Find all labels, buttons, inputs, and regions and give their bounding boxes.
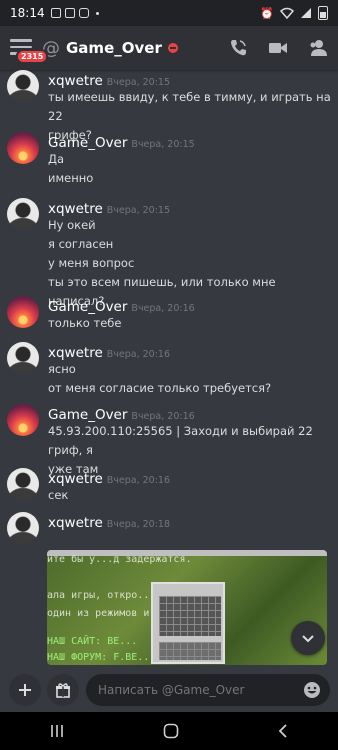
- message-icon: [64, 8, 75, 18]
- message-list[interactable]: xqwetre Вчера, 20:15 ты имеешь ввиду, к т…: [0, 70, 338, 670]
- message-line: 45.93.200.110:25565 | Заходи и выбирай 2…: [48, 424, 313, 457]
- emoji-icon[interactable]: [303, 681, 321, 699]
- message-author[interactable]: Game_Over: [48, 135, 127, 151]
- video-call-button[interactable]: [268, 38, 288, 58]
- message-content: только тебе: [48, 314, 333, 333]
- game-inventory-window: [151, 582, 225, 664]
- system-nav-bar: [0, 712, 338, 750]
- message-line: у меня вопрос: [48, 256, 135, 270]
- jump-to-bottom-button[interactable]: [291, 621, 325, 655]
- message-author[interactable]: xqwetre: [48, 201, 103, 217]
- dnd-status-icon: [167, 43, 178, 53]
- recent-apps-icon[interactable]: [49, 724, 65, 738]
- chevron-down-icon: [302, 635, 314, 643]
- image-attachment[interactable]: ите бы у...д задержатся. ала игры, откро…: [47, 550, 327, 665]
- message-timestamp: Вчера, 20:16: [106, 475, 171, 486]
- message-author[interactable]: xqwetre: [48, 515, 103, 531]
- avatar[interactable]: [7, 198, 39, 230]
- gallery-icon: [50, 8, 61, 18]
- avatar[interactable]: [7, 70, 39, 102]
- channel-header: 2315 @ Game_Over: [0, 26, 338, 70]
- message-author[interactable]: Game_Over: [48, 299, 127, 315]
- avatar[interactable]: [7, 404, 39, 436]
- avatar[interactable]: [7, 296, 39, 328]
- gift-icon: [56, 683, 70, 698]
- message-line: ясно: [48, 362, 76, 376]
- video-camera-icon: [269, 43, 287, 53]
- hotbar-grid: [159, 642, 221, 660]
- gift-button[interactable]: [47, 674, 79, 706]
- message-line: только тебе: [48, 316, 122, 330]
- back-icon[interactable]: [277, 724, 289, 738]
- message-timestamp: Вчера, 20:16: [131, 411, 195, 422]
- attachment-overlay-text: НАШ ФОРУМ: F.ВЕ...: [47, 652, 156, 663]
- inventory-grid: [159, 596, 221, 636]
- message-content: ясно от меня согласие только требуется?: [48, 360, 333, 398]
- voice-call-button[interactable]: [228, 38, 248, 58]
- message-timestamp: Вчера, 20:18: [106, 519, 171, 530]
- message-timestamp: Вчера, 20:16: [106, 349, 171, 360]
- message-input[interactable]: [86, 674, 330, 706]
- message-timestamp: Вчера, 20:15: [106, 77, 171, 88]
- people-icon: [310, 40, 327, 56]
- home-icon[interactable]: [163, 723, 179, 739]
- message-line: сек: [48, 488, 69, 502]
- avatar[interactable]: [7, 342, 39, 374]
- message-author[interactable]: xqwetre: [48, 73, 103, 89]
- menu-button[interactable]: 2315: [10, 39, 49, 64]
- instagram-icon: [78, 8, 89, 18]
- attachment-overlay-text: НАШ САЙТ: ВЕ...: [47, 636, 138, 647]
- message-content: Да именно: [48, 150, 333, 188]
- unread-badge: 2315: [16, 49, 49, 64]
- message-line: от меня согласие только требуется?: [48, 381, 272, 395]
- message-content: сек: [48, 486, 333, 505]
- message-timestamp: Вчера, 20:15: [106, 205, 171, 216]
- avatar[interactable]: [7, 512, 39, 544]
- plus-icon: [19, 684, 31, 696]
- status-bar: 18:14 ⏰: [0, 0, 338, 26]
- alarm-icon: ⏰: [260, 6, 274, 20]
- notification-icons: [50, 8, 99, 18]
- channel-title[interactable]: Game_Over: [66, 39, 162, 57]
- message-line: я согласен: [48, 237, 114, 251]
- attach-button[interactable]: [9, 674, 41, 706]
- message-timestamp: Вчера, 20:15: [131, 139, 195, 150]
- avatar[interactable]: [7, 132, 39, 164]
- message-author[interactable]: xqwetre: [48, 345, 103, 361]
- avatar[interactable]: [7, 468, 39, 500]
- member-list-button[interactable]: [308, 38, 328, 58]
- message-author[interactable]: xqwetre: [48, 471, 103, 487]
- phone-icon: [231, 40, 246, 56]
- attachment-overlay-text: ите бы у...д задержатся.: [47, 554, 192, 565]
- message-line: именно: [48, 171, 94, 185]
- more-notifications-icon: [95, 11, 99, 15]
- signal-icon: [301, 8, 311, 18]
- message-line: Ну окей: [48, 218, 96, 232]
- status-time: 18:14: [10, 6, 45, 20]
- battery-icon: [318, 6, 328, 20]
- message-timestamp: Вчера, 20:16: [131, 303, 195, 314]
- message-line: Да: [48, 152, 65, 166]
- message-author[interactable]: Game_Over: [48, 407, 127, 423]
- wifi-icon: [280, 7, 294, 19]
- message-line: ты имеешь ввиду, к тебе в тимму, и играт…: [48, 90, 331, 123]
- message-composer: [0, 670, 338, 712]
